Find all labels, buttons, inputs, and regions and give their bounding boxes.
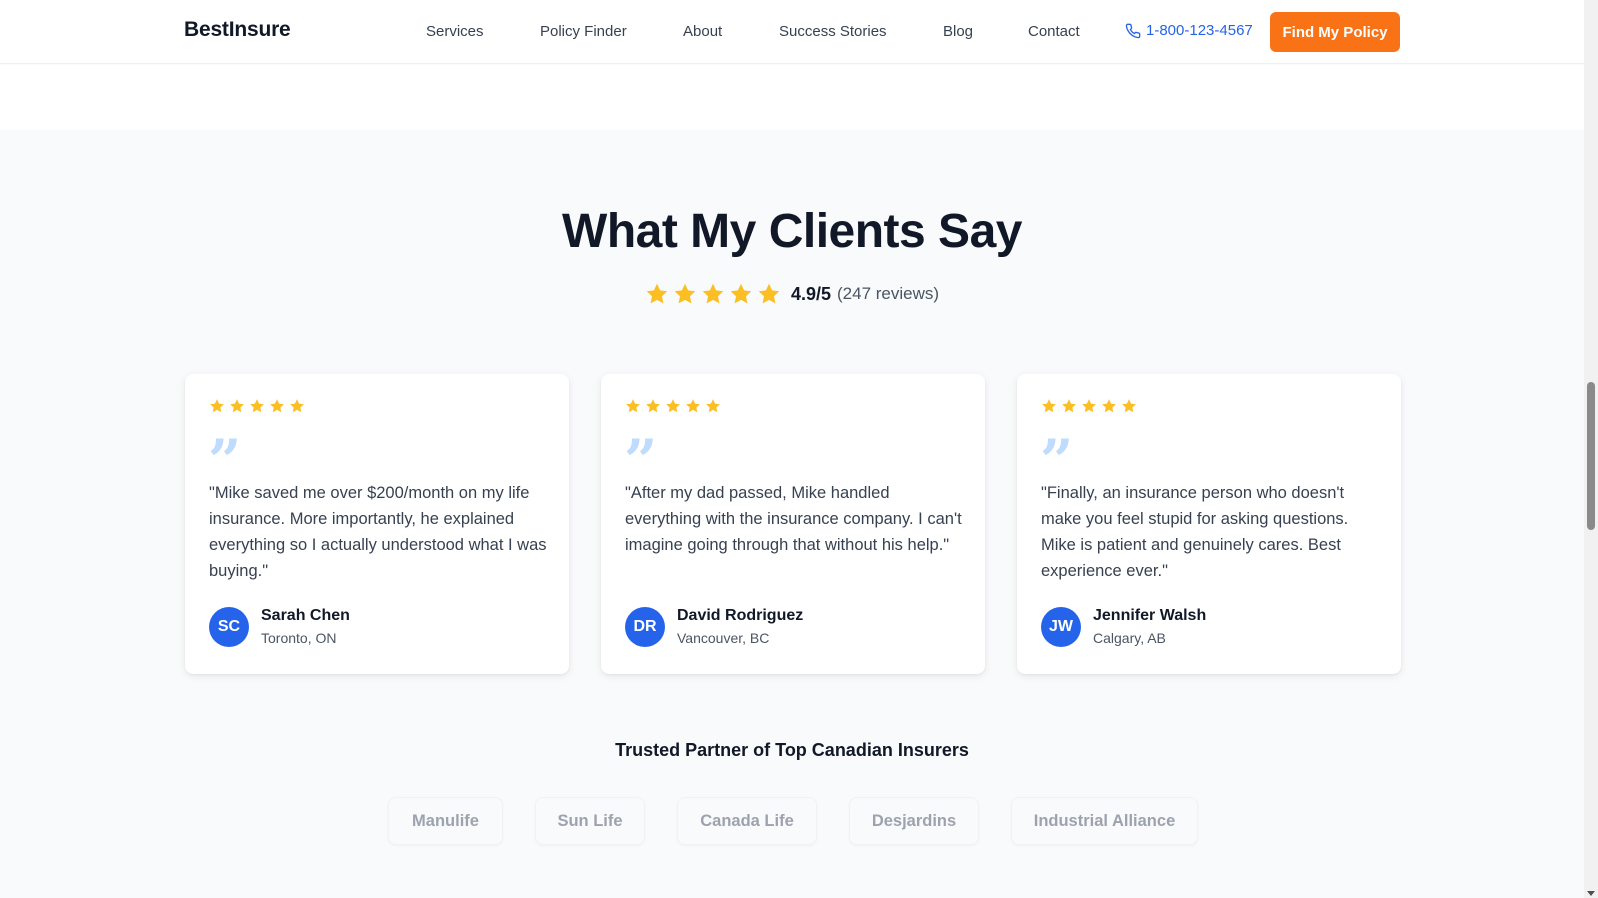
author-name: Sarah Chen	[261, 607, 350, 624]
star-icon	[1062, 399, 1076, 413]
author-location: Calgary, AB	[1093, 630, 1166, 646]
scrollbar-thumb[interactable]	[1587, 382, 1595, 530]
star-icon	[1042, 399, 1056, 413]
nav-link-blog[interactable]: Blog	[943, 23, 973, 40]
nav-link-about[interactable]: About	[683, 23, 722, 40]
star-icon	[626, 399, 640, 413]
phone-icon	[1125, 23, 1141, 38]
avatar: SC	[209, 607, 249, 647]
testimonial-card: ” "Finally, an insurance person who does…	[1017, 374, 1401, 674]
find-my-policy-button[interactable]: Find My Policy	[1270, 12, 1400, 52]
rating-count: (247 reviews)	[837, 284, 940, 303]
card-stars	[209, 398, 305, 414]
star-icon	[210, 399, 224, 413]
author-location: Toronto, ON	[261, 630, 337, 646]
nav-link-success-stories[interactable]: Success Stories	[779, 23, 887, 40]
overall-rating: 4.9/5 (247 reviews)	[0, 282, 1584, 306]
site-header: BestInsure Services Policy Finder About …	[0, 0, 1584, 64]
author-name: David Rodriguez	[677, 607, 804, 624]
star-icon	[674, 283, 696, 304]
nav-link-policy-finder[interactable]: Policy Finder	[540, 23, 627, 40]
star-icon	[1082, 399, 1096, 413]
star-icon	[646, 283, 668, 304]
star-icon	[1102, 399, 1116, 413]
avatar: JW	[1041, 607, 1081, 647]
testimonials-title: What My Clients Say	[562, 205, 1022, 258]
partner-logo-sun-life: Sun Life	[535, 797, 645, 845]
partner-logo-canada-life: Canada Life	[677, 797, 817, 845]
testimonial-card: ” "Mike saved me over $200/month on my l…	[185, 374, 569, 674]
phone-number: 1-800-123-4567	[1146, 22, 1253, 39]
testimonial-author: SC Sarah Chen Toronto, ON	[209, 606, 350, 648]
testimonial-author: JW Jennifer Walsh Calgary, AB	[1041, 606, 1206, 648]
star-icon	[230, 399, 244, 413]
star-icon	[686, 399, 700, 413]
testimonial-author: DR David Rodriguez Vancouver, BC	[625, 606, 803, 648]
star-icon	[666, 399, 680, 413]
star-icon	[702, 283, 724, 304]
star-icon	[706, 399, 720, 413]
rating-stars	[645, 282, 781, 306]
author-name: Jennifer Walsh	[1093, 607, 1207, 624]
partner-logo-manulife: Manulife	[388, 797, 503, 845]
nav-link-services[interactable]: Services	[426, 23, 484, 40]
vertical-scrollbar[interactable]	[1584, 0, 1598, 898]
section-divider-band	[0, 65, 1584, 130]
avatar: DR	[625, 607, 665, 647]
star-icon	[250, 399, 264, 413]
card-stars	[1041, 398, 1137, 414]
scroll-down-arrow-icon[interactable]	[1587, 891, 1595, 896]
card-stars	[625, 398, 721, 414]
star-icon	[730, 283, 752, 304]
partners-title: Trusted Partner of Top Canadian Insurers	[615, 740, 969, 760]
star-icon	[290, 399, 304, 413]
author-location: Vancouver, BC	[677, 630, 770, 646]
star-icon	[270, 399, 284, 413]
rating-score: 4.9/5	[790, 283, 831, 304]
page-viewport: BestInsure Services Policy Finder About …	[0, 0, 1584, 898]
phone-link[interactable]: 1-800-123-4567	[1125, 22, 1253, 39]
partner-logo-industrial-alliance: Industrial Alliance	[1011, 797, 1198, 845]
star-icon	[1122, 399, 1136, 413]
testimonial-quote: "After my dad passed, Mike handled every…	[625, 484, 962, 554]
star-icon	[758, 283, 780, 304]
star-icon	[646, 399, 660, 413]
testimonial-quote: "Finally, an insurance person who doesn'…	[1041, 484, 1349, 580]
partner-logo-desjardins: Desjardins	[849, 797, 979, 845]
nav-link-contact[interactable]: Contact	[1028, 23, 1080, 40]
testimonial-card: ” "After my dad passed, Mike handled eve…	[601, 374, 985, 674]
testimonial-quote: "Mike saved me over $200/month on my lif…	[209, 484, 547, 580]
